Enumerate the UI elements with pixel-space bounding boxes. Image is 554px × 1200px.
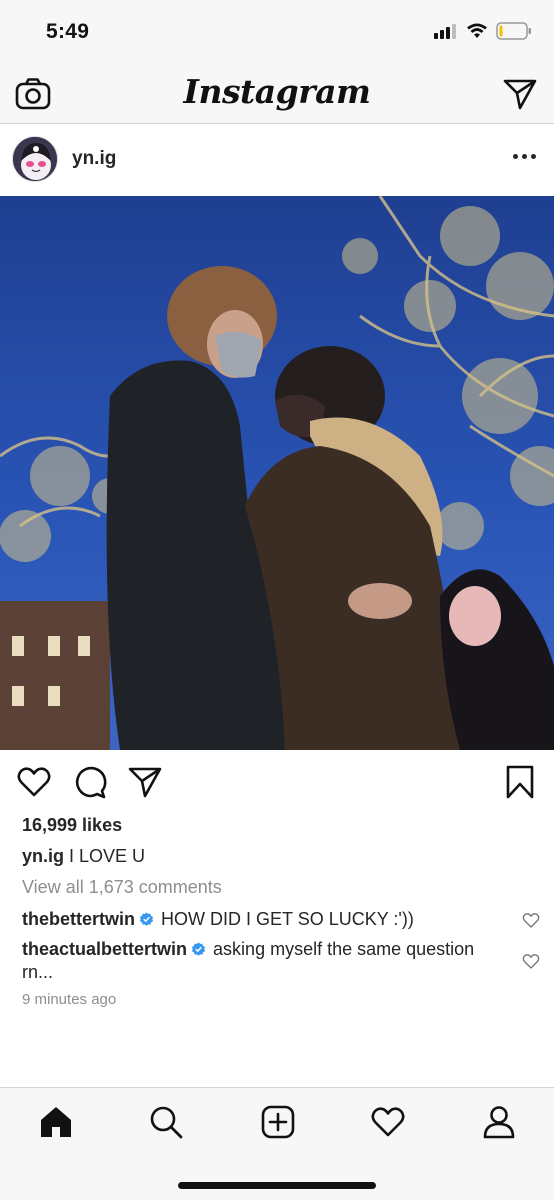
home-indicator[interactable] <box>178 1182 376 1189</box>
caption-username[interactable]: yn.ig <box>22 846 64 866</box>
share-icon[interactable] <box>127 764 163 800</box>
likes-count[interactable]: 16,999 likes <box>22 815 122 836</box>
status-bar: 5:49 <box>0 0 554 64</box>
add-post-icon[interactable] <box>260 1104 296 1140</box>
post-header: yn.ig <box>0 124 554 196</box>
comment-text: HOW DID I GET SO LUCKY :')) <box>161 909 414 929</box>
caption-text: I LOVE U <box>69 846 146 866</box>
paper-plane-icon[interactable] <box>502 76 538 112</box>
comment-like-heart-icon[interactable] <box>522 911 540 929</box>
status-time: 5:49 <box>46 20 90 43</box>
avatar[interactable] <box>12 136 58 182</box>
post-username[interactable]: yn.ig <box>72 148 116 170</box>
like-heart-icon[interactable] <box>16 764 52 800</box>
home-icon[interactable] <box>38 1104 74 1140</box>
search-icon[interactable] <box>148 1104 184 1140</box>
comment-username[interactable]: theactualbettertwin <box>22 939 187 959</box>
view-all-comments-link[interactable]: View all 1,673 comments <box>22 877 222 898</box>
heart-icon[interactable] <box>370 1104 406 1140</box>
comment-like-heart-icon[interactable] <box>522 952 540 970</box>
battery-icon <box>496 22 531 40</box>
status-indicators <box>434 22 532 40</box>
post-timestamp: 9 minutes ago <box>22 991 117 1008</box>
post-photo[interactable] <box>0 196 554 750</box>
comment-item: thebettertwin HOW DID I GET SO LUCKY :')… <box>22 908 502 931</box>
profile-icon[interactable] <box>481 1104 517 1140</box>
comment-item: theactualbettertwin asking myself the sa… <box>22 938 502 984</box>
top-nav-bar: Instagram <box>0 64 554 124</box>
wifi-icon <box>467 23 487 38</box>
instagram-logo: Instagram <box>183 72 371 111</box>
caption: yn.ig I LOVE U <box>22 846 145 867</box>
verified-badge-icon <box>191 942 206 956</box>
comment-icon[interactable] <box>72 764 108 800</box>
bookmark-icon[interactable] <box>502 764 538 800</box>
verified-badge-icon <box>139 912 154 926</box>
post-actions <box>0 750 554 812</box>
more-options-icon[interactable] <box>513 154 536 159</box>
signal-icon <box>434 24 456 39</box>
comment-username[interactable]: thebettertwin <box>22 909 135 929</box>
